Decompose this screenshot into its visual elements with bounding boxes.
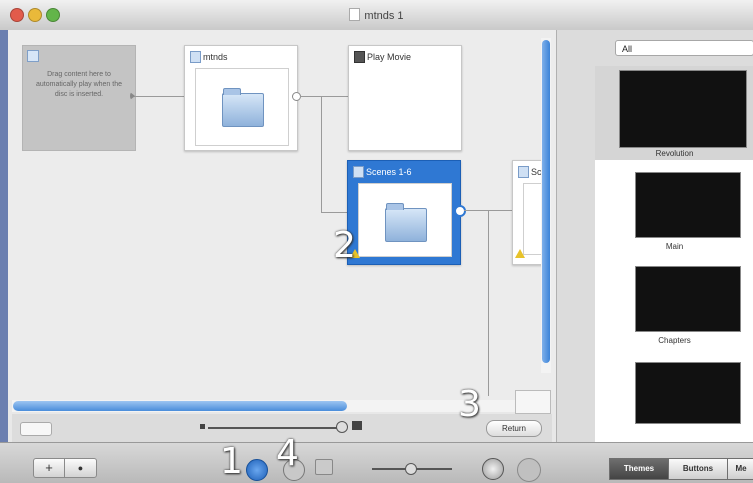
zoom-slider[interactable] bbox=[208, 427, 340, 429]
map-view-icon[interactable] bbox=[246, 459, 268, 481]
movie-icon bbox=[354, 51, 365, 63]
return-button[interactable]: Return bbox=[486, 420, 542, 437]
theme-name: Main bbox=[665, 242, 684, 251]
warning-icon bbox=[515, 249, 525, 258]
theme-name: Chapters bbox=[658, 336, 691, 345]
node-label: Play Movie bbox=[367, 52, 412, 62]
burn-icon[interactable] bbox=[517, 458, 541, 482]
theme-item[interactable] bbox=[595, 362, 753, 432]
node-play-movie[interactable]: Play Movie bbox=[348, 45, 462, 151]
vertical-scrollbar[interactable] bbox=[541, 38, 551, 373]
callout-number-4: 4 bbox=[276, 433, 299, 474]
menu-icon bbox=[353, 166, 364, 178]
zoom-slider-knob[interactable] bbox=[336, 421, 348, 433]
autoplay-icon bbox=[27, 50, 39, 62]
folder-icon bbox=[385, 203, 427, 242]
connector-line bbox=[488, 210, 489, 396]
themes-panel: All Revolution Main Chapters bbox=[556, 30, 753, 456]
autoplay-hint: Drag content here to automatically play … bbox=[36, 71, 122, 98]
theme-item-main[interactable]: Main bbox=[595, 166, 753, 260]
theme-thumbnail bbox=[635, 266, 741, 332]
theme-list[interactable]: Revolution Main Chapters bbox=[595, 66, 753, 456]
node-label: Scenes 1-6 bbox=[366, 167, 412, 177]
media-tab[interactable]: Me bbox=[727, 458, 753, 480]
horizontal-scroll-thumb[interactable] bbox=[13, 401, 347, 411]
autoplay-arrow-icon bbox=[130, 92, 135, 100]
bottom-toolbar: + ● 1 4 Themes Buttons Me bbox=[0, 433, 753, 483]
window-edge bbox=[0, 30, 8, 483]
theme-item-revolution[interactable]: Revolution bbox=[595, 66, 753, 160]
zoom-out-icon[interactable] bbox=[200, 424, 205, 429]
callout-number-1: 1 bbox=[220, 441, 243, 482]
zoom-in-icon[interactable] bbox=[352, 421, 362, 430]
add-button[interactable]: + bbox=[34, 459, 65, 477]
theme-thumbnail bbox=[635, 172, 741, 238]
view-toggle-button[interactable] bbox=[20, 422, 52, 436]
theme-name: Revolution bbox=[655, 149, 694, 158]
theme-thumbnail bbox=[635, 362, 741, 424]
volume-slider-knob[interactable] bbox=[405, 463, 417, 475]
autoplay-drop-zone[interactable]: Drag content here to automatically play … bbox=[22, 45, 136, 151]
theme-thumbnail bbox=[619, 70, 747, 148]
connector-line bbox=[321, 96, 322, 212]
menu-node-scenes[interactable]: Scenes 1-6 bbox=[347, 160, 461, 265]
map-view-canvas[interactable]: Drag content here to automatically play … bbox=[8, 30, 556, 400]
info-button[interactable]: ● bbox=[65, 459, 96, 477]
connector-line bbox=[300, 96, 348, 97]
callout-number-2: 2 bbox=[333, 225, 356, 266]
buttons-tab[interactable]: Buttons bbox=[668, 458, 728, 480]
theme-filter-dropdown[interactable]: All bbox=[615, 40, 753, 56]
themes-tab[interactable]: Themes bbox=[609, 458, 669, 480]
menu-icon bbox=[518, 166, 529, 178]
edit-icon[interactable] bbox=[315, 459, 333, 475]
node-label: Sc bbox=[531, 167, 542, 177]
add-info-button-group: + ● bbox=[33, 458, 97, 478]
folder-icon bbox=[222, 88, 264, 127]
menu-node-mtnds[interactable]: mtnds bbox=[184, 45, 298, 151]
map-navigator[interactable] bbox=[515, 390, 551, 414]
connection-port[interactable] bbox=[454, 205, 466, 217]
connector-line bbox=[134, 96, 186, 97]
title-bar[interactable]: mtnds 1 bbox=[0, 0, 753, 31]
menu-icon bbox=[190, 51, 201, 63]
window-title: mtnds 1 bbox=[0, 8, 753, 22]
node-label: mtnds bbox=[203, 52, 228, 62]
connector-line bbox=[321, 212, 349, 213]
callout-number-3: 3 bbox=[458, 384, 481, 425]
document-icon bbox=[349, 8, 361, 21]
menu-thumbnail bbox=[358, 183, 452, 257]
vertical-scroll-thumb[interactable] bbox=[542, 40, 550, 363]
theme-item-chapters[interactable]: Chapters bbox=[595, 262, 753, 356]
menu-thumbnail bbox=[195, 68, 289, 146]
idvd-window: mtnds 1 Drag content here to automatical… bbox=[0, 0, 753, 483]
play-button[interactable] bbox=[482, 458, 504, 480]
